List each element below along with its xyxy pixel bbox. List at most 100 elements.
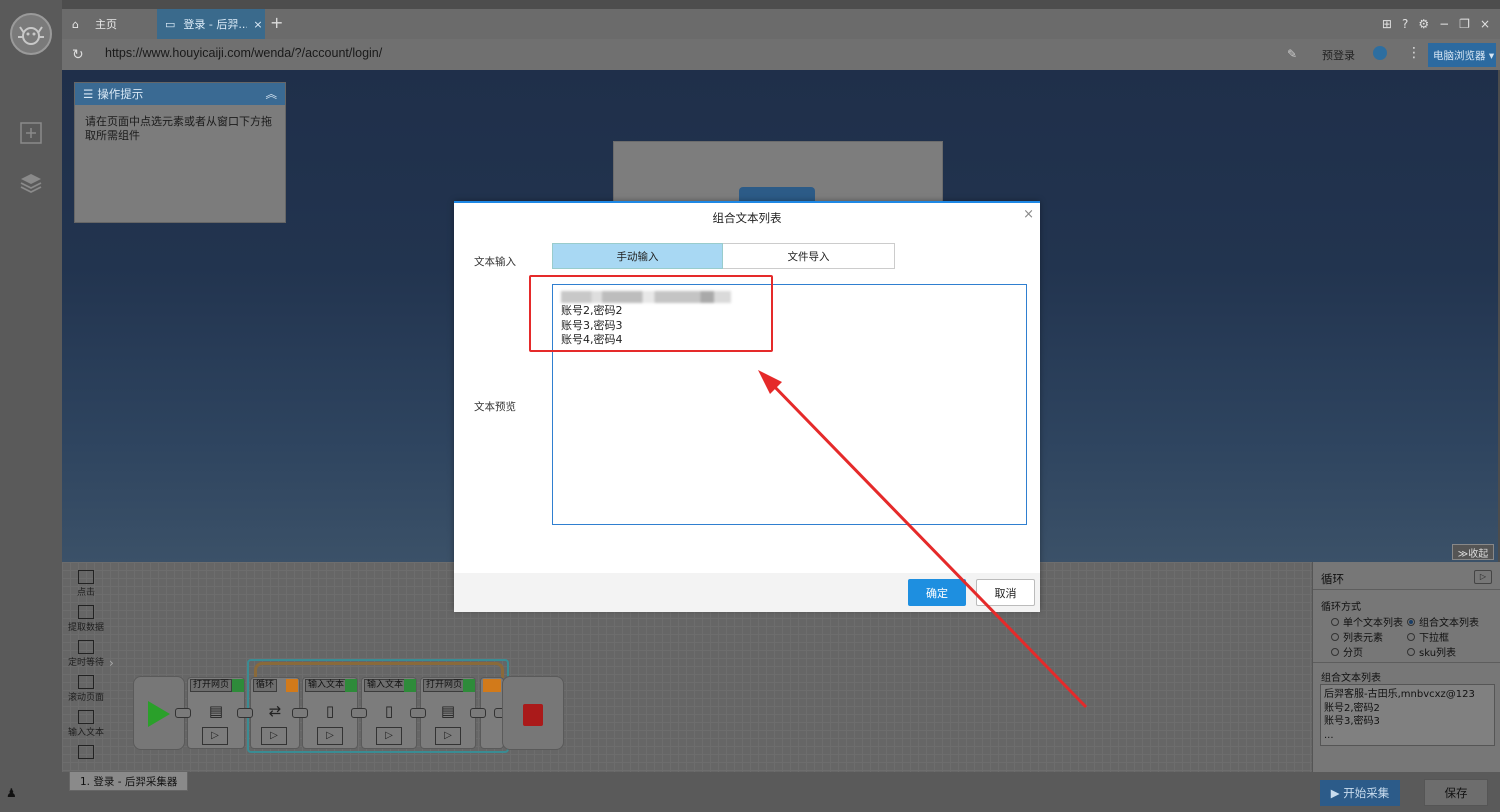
- palette-extract[interactable]: 提取数据: [64, 605, 108, 633]
- end-node[interactable]: [502, 676, 564, 750]
- node-badge: [483, 679, 501, 692]
- list-line: 账号2,密码2: [1324, 702, 1380, 714]
- task-tab[interactable]: 1. 登录 - 后羿采集器: [69, 771, 189, 791]
- window-close-icon[interactable]: ×: [1480, 17, 1490, 31]
- webpage-icon: ▤: [440, 702, 456, 720]
- page-icon: ▭: [165, 17, 176, 31]
- tab-home[interactable]: ⌂ 主页: [62, 9, 157, 39]
- minimize-icon[interactable]: −: [1439, 17, 1449, 31]
- radio-dot: [1407, 632, 1415, 641]
- collapse-button[interactable]: ≫收起: [1452, 544, 1494, 560]
- radio-dot: [1331, 632, 1339, 641]
- radio-label: 列表元素: [1343, 633, 1383, 644]
- chevron-up-icon[interactable]: ︽: [266, 86, 278, 102]
- document-icon: ▯: [325, 702, 335, 720]
- radio-combo-text-list[interactable]: 组合文本列表: [1407, 614, 1479, 629]
- address-bar: ↻ https://www.houyicaiji.com/wenda/?/acc…: [62, 39, 1500, 70]
- tips-body: 请在页面中点选元素或者从窗口下方拖取所需组件: [85, 115, 272, 142]
- stop-icon: [523, 704, 543, 726]
- radio-label: 组合文本列表: [1419, 618, 1479, 629]
- connector: [351, 708, 367, 718]
- click-icon: [78, 570, 94, 584]
- edit-icon[interactable]: ✎: [1287, 47, 1297, 61]
- node-badge: [345, 679, 357, 692]
- radio-sku-list[interactable]: sku列表: [1407, 644, 1456, 659]
- list-line: 后羿客服-古田乐,mnbvcxz@123: [1324, 689, 1475, 700]
- tips-title: 操作提示: [97, 87, 144, 101]
- node-badge: [404, 679, 416, 692]
- pre-login-button[interactable]: 预登录: [1322, 47, 1355, 63]
- qq-icon[interactable]: ♟: [6, 786, 17, 800]
- radio-dot: [1407, 617, 1415, 626]
- radio-pagination[interactable]: 分页: [1331, 644, 1363, 659]
- restore-icon[interactable]: ❐: [1459, 17, 1470, 31]
- radio-label: sku列表: [1419, 648, 1457, 659]
- palette-wait[interactable]: 定时等待: [64, 640, 108, 668]
- save-button[interactable]: 保存: [1424, 779, 1488, 806]
- run-icon[interactable]: ▷: [1474, 570, 1492, 584]
- palette-label: 点击: [76, 588, 95, 598]
- hourglass-icon: [78, 640, 94, 654]
- tab-manual-input[interactable]: 手动输入: [552, 243, 723, 269]
- radio-label: 单个文本列表: [1343, 618, 1403, 629]
- combo-list-box[interactable]: 后羿客服-古田乐,mnbvcxz@123 账号2,密码2 账号3,密码3 ...: [1320, 684, 1495, 746]
- cancel-button[interactable]: 取消: [976, 579, 1035, 606]
- node-run-icon[interactable]: ▷: [435, 727, 461, 745]
- palette-click[interactable]: 点击: [64, 570, 108, 598]
- node-input-text-2[interactable]: 输入文本 ▯ ▷: [361, 677, 417, 749]
- close-tab-icon[interactable]: ×: [253, 18, 262, 31]
- tab-login[interactable]: ▭ 登录 - 后羿... ×: [157, 9, 265, 39]
- gift-icon[interactable]: ⊞: [1382, 17, 1392, 31]
- more-icon[interactable]: ⋮: [1407, 45, 1421, 61]
- help-icon[interactable]: ?: [1402, 17, 1408, 31]
- radio-label: 分页: [1343, 648, 1363, 659]
- annotation-highlight-box: [529, 275, 773, 352]
- radio-dropdown[interactable]: 下拉框: [1407, 629, 1449, 644]
- connector: [175, 708, 191, 718]
- browser-mode-select[interactable]: 电脑浏览器 ▾: [1428, 43, 1496, 67]
- node-run-icon[interactable]: ▷: [317, 727, 343, 745]
- node-title: 打开网页: [423, 679, 466, 692]
- layers-icon[interactable]: [18, 170, 44, 196]
- divider: [1313, 589, 1500, 590]
- node-run-icon[interactable]: ▷: [376, 727, 402, 745]
- palette-input[interactable]: 输入文本: [64, 710, 108, 738]
- add-task-icon[interactable]: [18, 120, 44, 146]
- node-run-icon[interactable]: ▷: [202, 727, 228, 745]
- connector: [292, 708, 308, 718]
- bottom-bar: [0, 772, 1500, 812]
- url-field[interactable]: https://www.houyicaiji.com/wenda/?/accou…: [105, 46, 382, 60]
- connector: [410, 708, 426, 718]
- palette-label: 定时等待: [67, 658, 104, 668]
- user-icon[interactable]: [1373, 46, 1387, 60]
- props-title: 循环: [1321, 572, 1344, 586]
- connector: [237, 708, 253, 718]
- component-palette: 点击 提取数据 定时等待 滚动页面 输入文本: [62, 562, 108, 772]
- radio-dot: [1407, 647, 1415, 656]
- app-logo[interactable]: [10, 13, 52, 55]
- palette-label: 滚动页面: [67, 693, 104, 703]
- loop-icon: ⇄: [268, 702, 282, 720]
- tab-file-import[interactable]: 文件导入: [723, 243, 895, 269]
- radio-list-element[interactable]: 列表元素: [1331, 629, 1383, 644]
- palette-scroll[interactable]: 滚动页面: [64, 675, 108, 703]
- ok-button[interactable]: 确定: [908, 579, 966, 606]
- close-icon[interactable]: ×: [1023, 207, 1034, 222]
- chevron-right-icon[interactable]: ›: [109, 656, 114, 670]
- node-input-text-1[interactable]: 输入文本 ▯ ▷: [302, 677, 358, 749]
- radio-single-text-list[interactable]: 单个文本列表: [1331, 614, 1403, 629]
- document-icon: ▯: [384, 702, 394, 720]
- extract-icon: [78, 605, 94, 619]
- settings-icon[interactable]: ⚙: [1418, 17, 1429, 31]
- crab-logo-icon: [18, 26, 44, 45]
- start-collect-button[interactable]: ▶ 开始采集: [1320, 780, 1400, 806]
- node-open-page-2[interactable]: 打开网页 ▤ ▷: [420, 677, 476, 749]
- radio-dot: [1331, 647, 1339, 656]
- new-tab-button[interactable]: +: [270, 15, 283, 31]
- loop-mode-label: 循环方式: [1321, 602, 1361, 613]
- node-run-icon[interactable]: ▷: [261, 727, 287, 745]
- node-title: 输入文本: [305, 679, 348, 692]
- list-line: ...: [1324, 729, 1334, 741]
- reload-icon[interactable]: ↻: [72, 47, 84, 63]
- palette-more[interactable]: [64, 745, 108, 760]
